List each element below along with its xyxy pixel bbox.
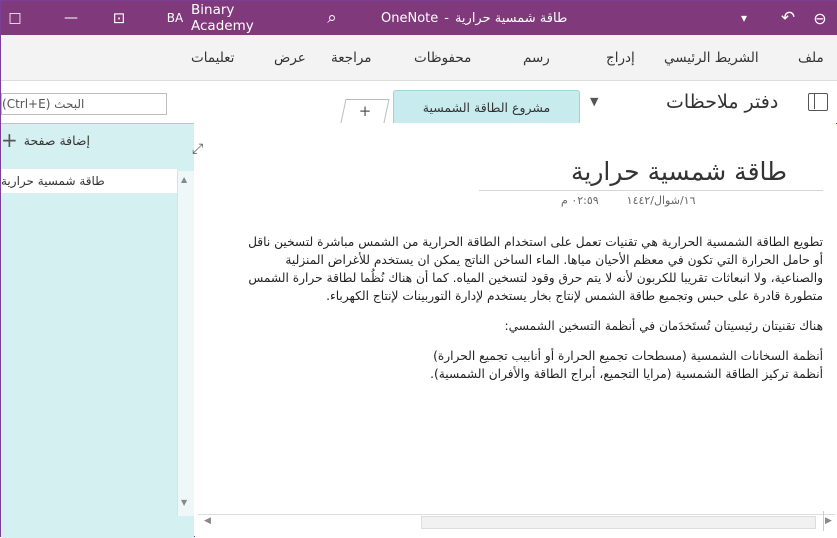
window-icon[interactable]: □ [5,1,25,35]
scroll-right-icon[interactable]: ▶ [825,516,832,526]
plus-icon: + [1,128,18,152]
expand-icon[interactable]: ⤢ [192,141,203,157]
back-icon[interactable]: ⊖ [808,1,832,35]
list-item: أنظمة السخانات الشمسية (مسطحات تجميع الح… [433,349,823,363]
scrollbar-divider [823,511,824,531]
ribbon-tabs: ملف الشريط الرئيسي إدراج رسم محفوظات مرا… [1,35,837,81]
tab-history[interactable]: محفوظات [414,35,471,81]
dropdown-icon[interactable]: ▾ [734,1,754,35]
tab-review[interactable]: مراجعة [331,35,372,81]
account-name[interactable]: Binary Academy [191,1,301,35]
undo-icon[interactable]: ↶ [776,1,800,35]
onenote-window: □ — ⊡ BA Binary Academy ⌕ OneNote - طاقة… [0,0,837,538]
scroll-left-icon[interactable]: ◀ [204,516,211,526]
list-item: أنظمة تركيز الطاقة الشمسية (مرايا التجمي… [430,367,823,381]
scrollbar-thumb[interactable] [421,516,816,529]
tab-insert[interactable]: إدراج [606,35,635,81]
page-time: ٠٢:٥٩ م [561,194,599,207]
title-bar: □ — ⊡ BA Binary Academy ⌕ OneNote - طاقة… [1,1,837,35]
add-section-button[interactable]: + [340,99,390,123]
paragraph-intro: تطويع الطاقة الشمسية الحرارية هي تقنيات … [248,235,823,303]
restore-icon[interactable]: ⊡ [105,1,133,35]
scroll-up-icon[interactable]: ▲ [181,175,187,184]
tab-file[interactable]: ملف [798,35,824,81]
document-title: طاقة شمسية حرارية [454,10,568,26]
chevron-down-icon[interactable]: ▼ [590,95,598,108]
section-tab-solar[interactable]: مشروع الطاقة الشمسية [393,90,580,123]
page-body[interactable]: تطويع الطاقة الشمسية الحرارية هي تقنيات … [245,233,823,383]
page-list-item[interactable]: طاقة شمسية حرارية [1,169,177,193]
page-title[interactable]: طاقة شمسية حرارية [571,151,821,191]
add-section-label: + [358,102,372,120]
page-timestamp: ١٦/شوال/١٤٤٢ ٠٢:٥٩ م [561,194,823,212]
search-icon[interactable]: ⌕ [319,1,345,35]
notebook-icon[interactable] [808,93,828,111]
window-title: OneNote - طاقة شمسية حرارية [381,1,711,35]
search-input[interactable]: البحث (Ctrl+E) [1,93,167,115]
paragraph-technologies: هناك تقنيتان رئيسيتان تُستَخدَمان في أنظ… [504,319,823,333]
title-divider [479,190,823,191]
add-page-button[interactable]: إضافة صفحة + [1,123,177,157]
tab-view[interactable]: عرض [274,35,306,81]
account-initials[interactable]: BA [160,1,190,35]
page-list-scrollbar[interactable] [177,171,194,516]
tab-help[interactable]: تعليمات [191,35,234,81]
scroll-down-icon[interactable]: ▼ [181,498,187,507]
tab-draw[interactable]: رسم [523,35,550,81]
page-date: ١٦/شوال/١٤٤٢ [626,194,696,207]
app-name: OneNote [381,10,439,26]
minimize-icon[interactable]: — [57,1,85,35]
notebook-name[interactable]: دفتر ملاحظات [666,85,816,119]
title-separator: - [444,10,449,26]
add-page-label: إضافة صفحة [23,132,91,148]
tab-home[interactable]: الشريط الرئيسي [664,35,759,81]
